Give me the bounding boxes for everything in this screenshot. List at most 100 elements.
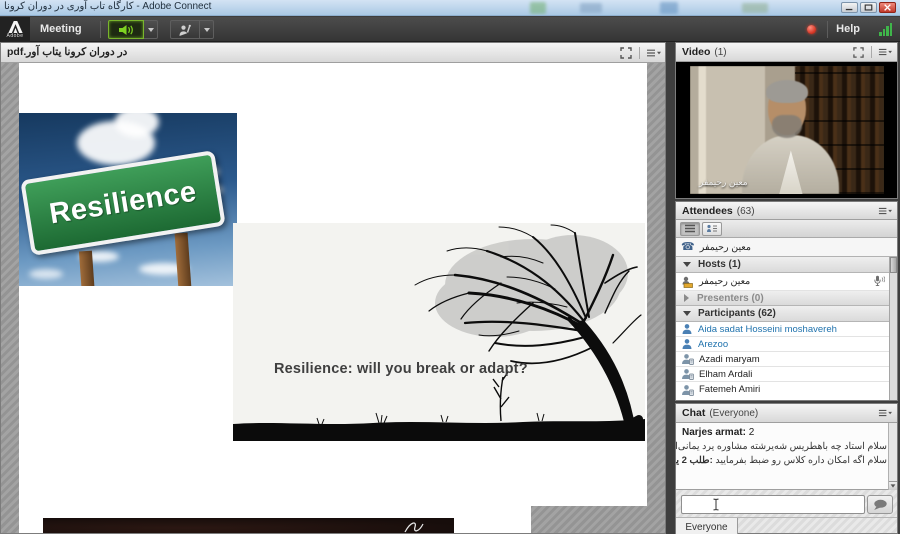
next-slide-preview xyxy=(43,518,454,533)
host-row[interactable]: معین رحیمفر xyxy=(676,273,897,291)
participant-name: Elham Ardali xyxy=(699,369,752,380)
collapse-triangle-icon xyxy=(683,311,691,316)
chat-sender-name: Narjes armat: xyxy=(682,427,746,438)
collapse-triangle-icon xyxy=(683,262,691,267)
adobe-logo-icon: Adobe xyxy=(0,17,30,42)
attendees-list: ☎ معین رحیمفر Hosts (1) معین رحیمفر xyxy=(676,238,897,400)
desktop-blur-blob xyxy=(580,3,602,13)
window-title: کارگاه تاب آوری در دوران کرونا - Adobe C… xyxy=(4,1,211,12)
chat-sender-suffix: 2 xyxy=(746,427,754,438)
desktop-blur-blob xyxy=(660,2,678,14)
attendees-pod-header: Attendees(63) xyxy=(676,202,897,220)
slide-caption: Resilience: will you break or adapt? xyxy=(274,361,528,377)
webcam-video: معین رحیمفر xyxy=(690,66,884,194)
phone-icon: ☎ xyxy=(681,242,695,252)
participant-row[interactable]: Aida sadat Hosseini moshavereh xyxy=(676,322,897,337)
sign-post xyxy=(175,233,193,286)
chat-pod-header: Chat (Everyone) xyxy=(676,404,897,423)
chevron-down-icon xyxy=(204,28,210,32)
chat-message-list: Narjes armat: 2 سلام استاد چه باهطریس شه… xyxy=(676,423,897,490)
connection-signal-icon[interactable] xyxy=(879,23,892,36)
share-pod-header: pdf.در دوران کرونا یتاب آور xyxy=(1,43,665,63)
chat-input[interactable] xyxy=(681,495,865,514)
maximize-button[interactable] xyxy=(860,2,877,13)
windswept-tree-image: Resilience: will you break or adapt? xyxy=(233,223,645,441)
chat-tab-bar: Everyone xyxy=(676,517,897,534)
chat-input-row xyxy=(676,493,897,517)
person-beard xyxy=(772,115,801,138)
pod-menu-icon[interactable] xyxy=(877,406,893,420)
participant-name: Azadi maryam xyxy=(699,354,760,365)
minimize-button[interactable] xyxy=(841,2,858,13)
participant-mobile-icon xyxy=(681,384,694,396)
participant-name: Arezoo xyxy=(698,339,728,350)
shared-document-title: pdf.در دوران کرونا یتاب آور xyxy=(7,46,127,58)
speaker-dropdown-button[interactable] xyxy=(144,20,158,39)
send-message-button[interactable] xyxy=(867,495,893,514)
sign-text: Resilience xyxy=(47,175,199,231)
participant-row[interactable]: Elham Ardali xyxy=(676,367,897,382)
chat-scope: (Everyone) xyxy=(709,408,758,419)
chat-scrollbar[interactable] xyxy=(888,423,897,490)
chat-message-text: سلام اگه امکان داره کلاس رو ضبط بفرمایید xyxy=(715,455,887,466)
chevron-down-icon xyxy=(148,28,154,32)
scrollbar-thumb[interactable] xyxy=(890,257,897,273)
chat-pod: Chat (Everyone) Narjes armat: 2 سلام استا… xyxy=(675,403,898,534)
participants-label: Participants (62) xyxy=(698,308,776,319)
chat-sender-line: Narjes armat: 2 xyxy=(682,427,887,438)
scroll-down-arrow[interactable] xyxy=(889,481,897,490)
desktop-blur-blob xyxy=(742,3,768,13)
chat-tab-everyone[interactable]: Everyone xyxy=(676,518,738,534)
status-view-icon xyxy=(706,224,718,233)
fullscreen-icon[interactable] xyxy=(618,46,634,60)
chat-message-line: سلام استاد چه باهطریس شه‌یرشته مشاوره یر… xyxy=(682,441,887,452)
participant-row[interactable]: Azadi maryam xyxy=(676,352,897,367)
meeting-menu[interactable]: Meeting xyxy=(40,17,82,42)
share-pod: pdf.در دوران کرونا یتاب آور xyxy=(0,42,666,534)
ibeam-cursor-icon xyxy=(712,498,720,511)
chat-message-bold-text: :طلب 2 یفاطعه روز xyxy=(676,455,713,466)
participants-section-header[interactable]: Participants (62) xyxy=(676,306,897,322)
menubar-divider xyxy=(827,21,828,38)
pod-menu-icon[interactable] xyxy=(877,204,893,218)
pod-menu-icon[interactable] xyxy=(645,46,661,60)
chat-pod-title: Chat xyxy=(682,407,705,419)
participant-row[interactable]: Arezoo xyxy=(676,337,897,352)
microphone-icon[interactable] xyxy=(873,275,885,290)
speaker-icon xyxy=(118,24,134,36)
host-name: معین رحیمفر xyxy=(699,276,750,287)
fullscreen-icon[interactable] xyxy=(850,45,866,59)
header-divider xyxy=(639,47,640,59)
attendees-scrollbar[interactable] xyxy=(889,257,897,400)
chat-message-line: سلام اگه امکان داره کلاس رو ضبط بفرمایید… xyxy=(682,455,887,466)
person-hair xyxy=(766,80,809,103)
help-menu[interactable]: Help xyxy=(836,17,860,42)
menu-bar: Adobe Meeting Help xyxy=(0,17,900,42)
participant-row[interactable]: Fatemeh Amiri xyxy=(676,382,897,397)
expand-triangle-icon xyxy=(684,294,689,302)
share-pod-content: Resilience xyxy=(1,63,665,533)
presenters-section-header[interactable]: Presenters (0) xyxy=(676,291,897,306)
pod-menu-icon[interactable] xyxy=(877,45,893,59)
participant-name: Fatemeh Amiri xyxy=(699,384,760,395)
attendee-list-view-button[interactable] xyxy=(680,222,700,236)
speaker-button[interactable] xyxy=(108,20,144,39)
raise-hand-dropdown-button[interactable] xyxy=(200,20,214,39)
menubar-divider xyxy=(100,21,101,38)
sign-board: Resilience xyxy=(20,150,225,256)
hosts-section-header[interactable]: Hosts (1) xyxy=(676,257,897,273)
raise-hand-icon xyxy=(178,24,192,36)
active-speaker-row[interactable]: ☎ معین رحیمفر xyxy=(676,238,897,257)
participant-name: Aida sadat Hosseini moshavereh xyxy=(698,324,837,335)
recording-indicator-icon xyxy=(807,25,816,34)
video-count: (1) xyxy=(714,47,726,58)
header-divider xyxy=(871,46,872,58)
attendee-status-view-button[interactable] xyxy=(702,222,722,236)
video-content: معین رحیمفر xyxy=(676,62,897,198)
attendees-pod: Attendees(63) ☎ معین رحیمفر Hosts (1) xyxy=(675,201,898,401)
raise-hand-button[interactable] xyxy=(170,20,200,39)
hosts-label: Hosts (1) xyxy=(698,259,741,270)
video-pod-header: Video(1) xyxy=(676,43,897,62)
adobe-brand-label: Adobe xyxy=(7,33,24,39)
close-button[interactable] xyxy=(879,2,896,13)
